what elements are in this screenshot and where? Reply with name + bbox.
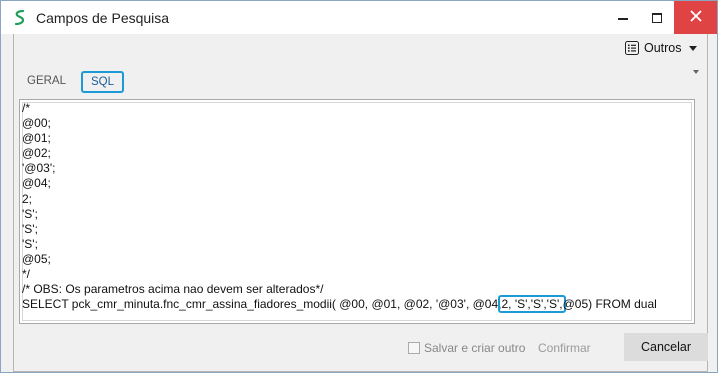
list-icon: [625, 41, 639, 55]
window-title: Campos de Pesquisa: [36, 10, 170, 26]
sql-code-header: /* @00; @01; @02; '@03'; @04; 2; 'S'; 'S…: [22, 101, 324, 297]
sql-code: /* @00; @01; @02; '@03'; @04; 2; 'S'; 'S…: [22, 101, 657, 314]
outros-menu-button[interactable]: Outros: [625, 38, 697, 58]
save-create-another-checkbox[interactable]: Salvar e criar outro: [408, 341, 525, 355]
outros-label: Outros: [644, 41, 682, 55]
save-create-another-label: Salvar e criar outro: [424, 341, 526, 355]
sql-editor[interactable]: /* @00; @01; @02; '@03'; @04; 2; 'S'; 'S…: [19, 99, 695, 324]
dialog-body: Outros GERAL SQL /* @00; @01; @02; '@03'…: [13, 34, 708, 372]
minimize-icon: [618, 18, 628, 20]
collapse-caret-icon[interactable]: [693, 70, 699, 74]
sql-select-suffix: @05) FROM dual: [562, 297, 657, 312]
app-logo-icon: [14, 9, 25, 26]
sql-highlighted-params: 2, 'S','S','S',: [498, 295, 566, 314]
dialog-window: Campos de Pesquisa Outros GERAL SQL /* @…: [0, 0, 718, 373]
checkbox-box[interactable]: [408, 342, 420, 354]
maximize-icon: [652, 13, 662, 23]
title-bar[interactable]: Campos de Pesquisa: [1, 1, 717, 34]
bottom-divider: [14, 371, 707, 372]
tab-geral[interactable]: GERAL: [27, 72, 66, 90]
close-icon: [690, 10, 702, 22]
chevron-down-icon: [688, 45, 697, 51]
sql-select-prefix: SELECT pck_cmr_minuta.fnc_cmr_assina_fia…: [22, 297, 502, 312]
dialog-footer: Salvar e criar outro Confirmar Cancelar: [14, 330, 708, 372]
cancel-button[interactable]: Cancelar: [624, 333, 708, 361]
close-button[interactable]: [674, 1, 717, 34]
minimize-button[interactable]: [606, 1, 640, 34]
tab-sql[interactable]: SQL: [81, 71, 125, 93]
maximize-button[interactable]: [640, 1, 674, 34]
confirm-button[interactable]: Confirmar: [538, 341, 591, 355]
